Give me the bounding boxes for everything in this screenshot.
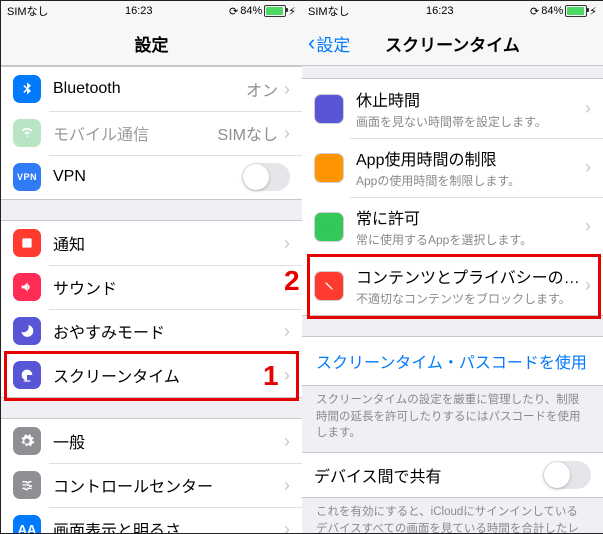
row-share-across-devices[interactable]: デバイス間で共有 — [302, 453, 603, 497]
page-title: スクリーンタイム — [385, 31, 520, 56]
row-label: 画面表示と明るさ — [53, 517, 284, 533]
sound-icon — [13, 273, 41, 301]
status-bar: SIMなし 16:23 ⟳ 84% ⚡︎ — [302, 1, 603, 21]
screentime-icon — [13, 361, 41, 389]
clock: 16:23 — [426, 5, 454, 17]
vpn-toggle[interactable] — [242, 163, 290, 191]
screentime-screen: SIMなし 16:23 ⟳ 84% ⚡︎ ‹ 設定 スクリーンタイム — [302, 1, 603, 533]
navbar: 設定 — [1, 21, 302, 66]
battery-percent: 84% — [541, 5, 563, 17]
row-app-limits[interactable]: App使用時間の制限 Appの使用時間を制限します。 › — [302, 138, 603, 197]
row-control-center[interactable]: コントロールセンター › — [1, 463, 302, 507]
row-label: スクリーンタイム — [53, 363, 284, 387]
chevron-right-icon: › — [284, 431, 290, 452]
chevron-right-icon: › — [284, 365, 290, 386]
share-note: これを有効にすると、iCloudにサインインしているデバイスすべての画面を見てい… — [302, 498, 603, 533]
rotation-lock-icon: ⟳ — [530, 5, 539, 18]
chevron-right-icon: › — [284, 519, 290, 534]
back-button[interactable]: ‹ 設定 — [308, 31, 350, 56]
row-downtime[interactable]: 休止時間 画面を見ない時間帯を設定します。 › — [302, 79, 603, 138]
row-sound[interactable]: サウンド › — [1, 265, 302, 309]
row-label: 通知 — [53, 231, 284, 255]
row-dnd[interactable]: おやすみモード › — [1, 309, 302, 353]
chevron-right-icon: › — [585, 275, 591, 296]
row-subtitle: 画面を見ない時間帯を設定します。 — [356, 113, 585, 130]
row-label: 一般 — [53, 429, 284, 453]
always-allowed-icon — [314, 212, 344, 242]
row-always-allowed[interactable]: 常に許可 常に使用するAppを選択します。 › — [302, 197, 603, 256]
chevron-left-icon: ‹ — [308, 32, 315, 54]
row-passcode-link[interactable]: スクリーンタイム・パスコードを使用 — [302, 336, 603, 386]
carrier-label: SIMなし — [7, 3, 49, 19]
row-label: コントロールセンター — [53, 473, 284, 497]
charging-icon: ⚡︎ — [589, 5, 597, 18]
row-general[interactable]: 一般 › — [1, 419, 302, 463]
chevron-right-icon: › — [585, 216, 591, 237]
app-limits-icon — [314, 153, 344, 183]
row-label: サウンド — [53, 275, 284, 299]
row-label: デバイス間で共有 — [314, 463, 543, 487]
row-subtitle: 常に使用するAppを選択します。 — [356, 231, 585, 248]
display-icon: AA — [13, 515, 41, 533]
control-center-icon — [13, 471, 41, 499]
row-content-privacy[interactable]: コンテンツとプライバシーの制限 不適切なコンテンツをブロックします。 › — [302, 256, 603, 315]
row-label: コンテンツとプライバシーの制限 — [356, 264, 585, 288]
callout-number-1: 1 — [263, 360, 279, 392]
clock: 16:23 — [125, 5, 153, 17]
row-label: 休止時間 — [356, 87, 585, 111]
row-display[interactable]: AA 画面表示と明るさ › — [1, 507, 302, 533]
bluetooth-icon — [13, 75, 41, 103]
downtime-icon — [314, 94, 344, 124]
share-toggle[interactable] — [543, 461, 591, 489]
row-bluetooth[interactable]: Bluetooth オン › — [1, 67, 302, 111]
battery-icon — [264, 5, 286, 17]
row-label: モバイル通信 — [53, 121, 218, 145]
link-label: スクリーンタイム・パスコードを使用 — [316, 355, 587, 372]
row-label: App使用時間の制限 — [356, 146, 585, 170]
charging-icon: ⚡︎ — [288, 5, 296, 18]
row-cellular[interactable]: モバイル通信 SIMなし › — [1, 111, 302, 155]
row-value: SIMなし — [218, 121, 278, 145]
content-privacy-icon — [314, 271, 344, 301]
battery-percent: 84% — [240, 5, 262, 17]
notifications-icon — [13, 229, 41, 257]
chevron-right-icon: › — [284, 79, 290, 100]
chevron-right-icon: › — [284, 475, 290, 496]
chevron-right-icon: › — [284, 321, 290, 342]
row-vpn[interactable]: VPN VPN — [1, 155, 302, 199]
status-bar: SIMなし 16:23 ⟳ 84% ⚡︎ — [1, 1, 302, 21]
row-notifications[interactable]: 通知 › — [1, 221, 302, 265]
chevron-right-icon: › — [585, 98, 591, 119]
row-subtitle: 不適切なコンテンツをブロックします。 — [356, 290, 585, 307]
settings-screen: SIMなし 16:23 ⟳ 84% ⚡︎ 設定 Bluetooth オン › — [1, 1, 303, 533]
chevron-right-icon: › — [284, 233, 290, 254]
row-label: おやすみモード — [53, 319, 284, 343]
row-subtitle: Appの使用時間を制限します。 — [356, 172, 585, 189]
row-value: オン — [246, 77, 278, 101]
row-label: VPN — [53, 168, 242, 186]
carrier-label: SIMなし — [308, 3, 350, 19]
row-screentime[interactable]: スクリーンタイム › — [1, 353, 302, 397]
back-label: 設定 — [316, 31, 350, 56]
chevron-right-icon: › — [585, 157, 591, 178]
battery-icon — [565, 5, 587, 17]
chevron-right-icon: › — [284, 123, 290, 144]
callout-number-2: 2 — [284, 265, 300, 297]
row-label: 常に許可 — [356, 205, 585, 229]
row-label: Bluetooth — [53, 80, 246, 98]
vpn-icon: VPN — [13, 163, 41, 191]
navbar: ‹ 設定 スクリーンタイム — [302, 21, 603, 66]
gear-icon — [13, 427, 41, 455]
page-title: 設定 — [135, 31, 169, 56]
dnd-icon — [13, 317, 41, 345]
passcode-note: スクリーンタイムの設定を厳重に管理したり、制限時間の延長を許可したりするにはパス… — [302, 386, 603, 452]
rotation-lock-icon: ⟳ — [229, 5, 238, 18]
cellular-icon — [13, 119, 41, 147]
